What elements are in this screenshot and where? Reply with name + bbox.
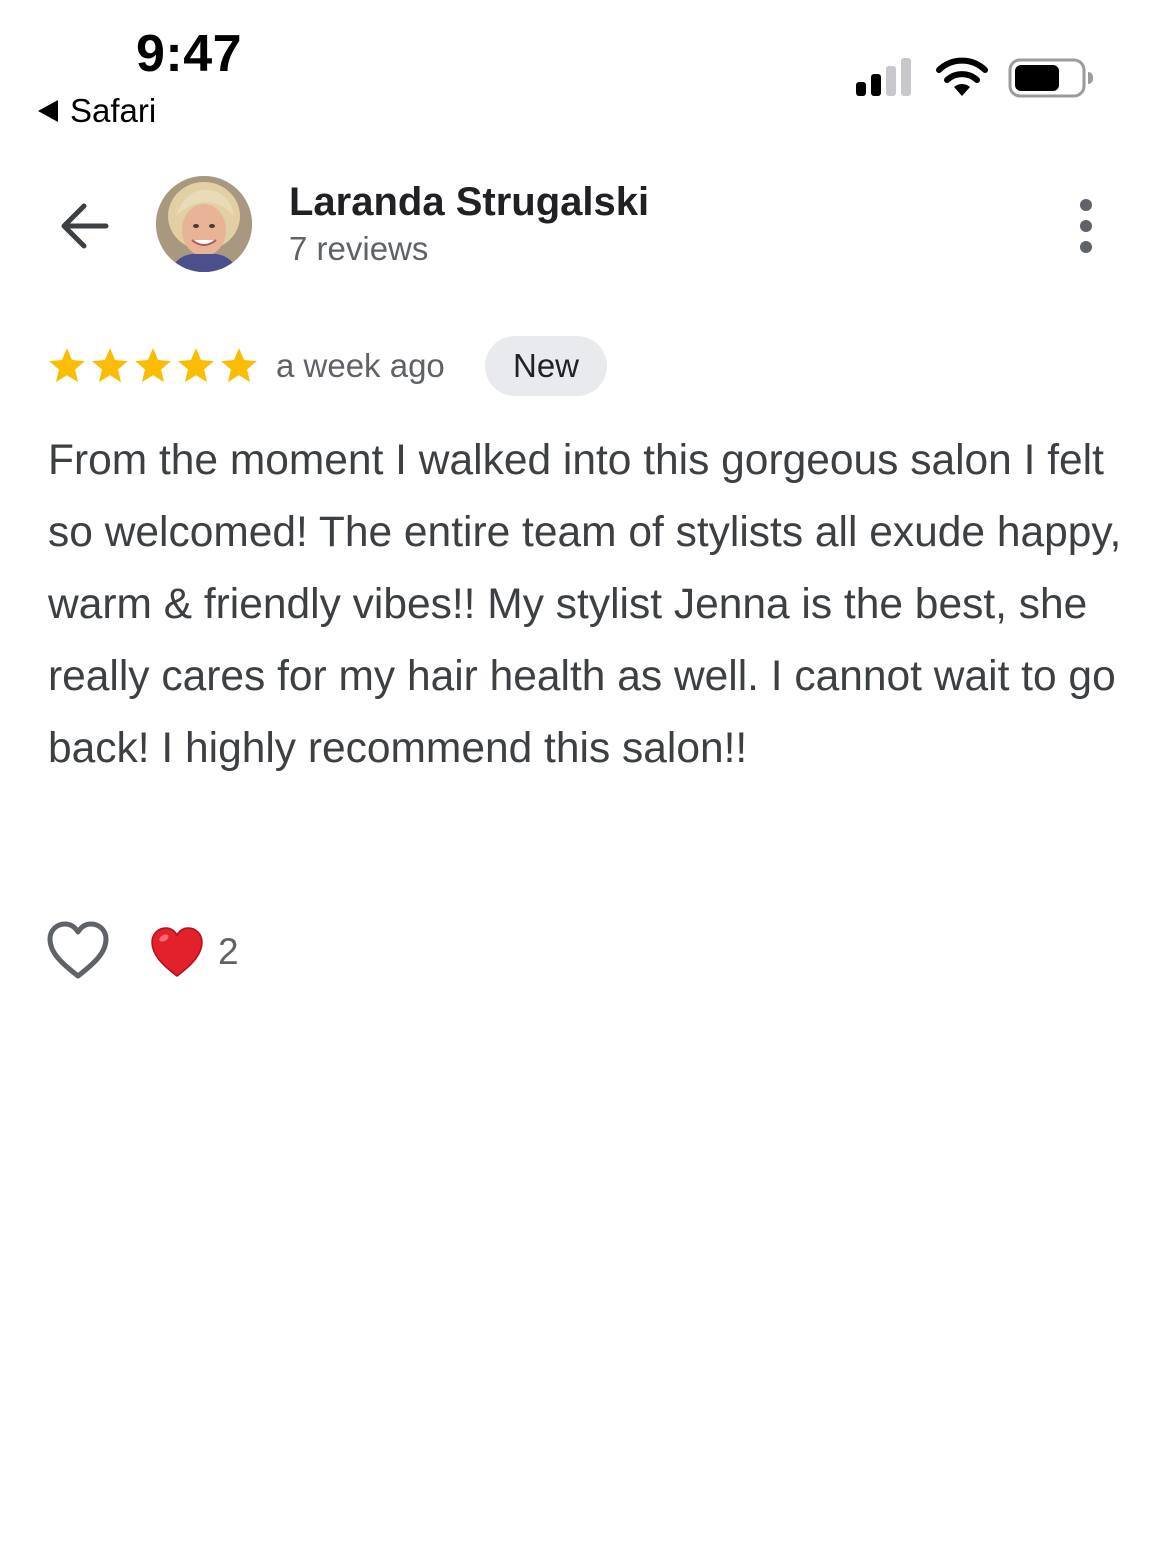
arrow-left-icon[interactable]	[54, 196, 114, 256]
back-app-label: Safari	[70, 92, 157, 129]
reaction-count: 2	[218, 931, 239, 972]
heart-reaction[interactable]: 2	[150, 924, 239, 980]
cellular-signal-icon	[856, 58, 911, 96]
reviewer-name[interactable]: Laranda Strugalski	[289, 180, 649, 225]
red-heart-icon	[151, 927, 203, 977]
new-badge: New	[485, 336, 607, 396]
status-time: 9:47	[136, 25, 243, 83]
reviewer-review-count: 7 reviews	[289, 230, 429, 267]
star-icon	[92, 348, 128, 383]
star-rating	[46, 345, 260, 387]
battery-icon	[1008, 58, 1093, 98]
more-vertical-icon[interactable]	[1064, 196, 1108, 258]
star-icon	[135, 348, 171, 383]
reviewer-avatar[interactable]	[156, 176, 252, 272]
review-text: From the moment I walked into this gorge…	[48, 437, 1122, 772]
star-icon	[178, 348, 214, 383]
wifi-icon	[936, 57, 988, 96]
review-time: a week ago	[276, 347, 445, 384]
star-icon	[49, 348, 85, 383]
star-icon	[221, 348, 257, 383]
heart-outline-icon[interactable]	[46, 920, 110, 982]
avatar-photo	[156, 176, 252, 272]
back-triangle-icon	[38, 100, 58, 122]
back-to-safari-button[interactable]: Safari	[38, 92, 156, 130]
